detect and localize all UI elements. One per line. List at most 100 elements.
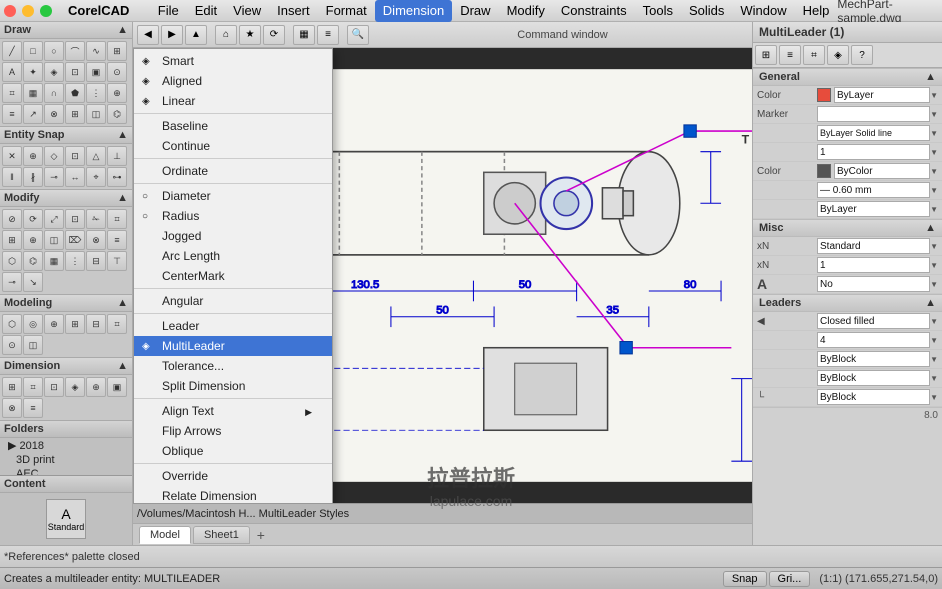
draw-btn-14[interactable]: ▦ bbox=[23, 83, 43, 103]
menu-arc-length[interactable]: Arc Length bbox=[134, 246, 332, 266]
menu-relate-dimension[interactable]: Relate Dimension bbox=[134, 486, 332, 503]
draw-btn-4[interactable]: ⌒ bbox=[65, 41, 85, 61]
prop-marker-value[interactable] bbox=[817, 106, 930, 122]
menu-multileader[interactable]: ◈ MultiLeader bbox=[134, 336, 332, 356]
menu-linear[interactable]: ◈ Linear bbox=[134, 91, 332, 111]
prop-xn-arrow[interactable]: ▼ bbox=[930, 261, 938, 270]
prop-marker-arrow[interactable]: ▼ bbox=[930, 110, 938, 119]
prop-tb-btn-3[interactable]: ⌗ bbox=[803, 45, 825, 65]
dim-btn-4[interactable]: ◈ bbox=[65, 377, 85, 397]
mod-btn-20[interactable]: ↘ bbox=[23, 272, 43, 292]
prop-linetype-value[interactable]: ByLayer Solid line bbox=[817, 125, 930, 141]
dim-btn-5[interactable]: ⊕ bbox=[86, 377, 106, 397]
prop-color-arrow[interactable]: ▼ bbox=[930, 91, 938, 100]
prop-style-value[interactable]: Standard bbox=[817, 238, 930, 254]
mod-btn-1[interactable]: ⊘ bbox=[2, 209, 22, 229]
prop-scale-arrow[interactable]: ▼ bbox=[930, 148, 938, 157]
mod-btn-12[interactable]: ≡ bbox=[107, 230, 127, 250]
snap-btn-8[interactable]: ∦ bbox=[23, 167, 43, 187]
dim-btn-8[interactable]: ≡ bbox=[23, 398, 43, 418]
mod-btn-18[interactable]: ⊤ bbox=[107, 251, 127, 271]
model-btn-1[interactable]: ⬡ bbox=[2, 314, 22, 334]
snap-btn-11[interactable]: ⌖ bbox=[86, 167, 106, 187]
mod-btn-17[interactable]: ⊟ bbox=[86, 251, 106, 271]
snap-btn-6[interactable]: ⊥ bbox=[107, 146, 127, 166]
draw-btn-9[interactable]: ◈ bbox=[44, 62, 64, 82]
draw-btn-17[interactable]: ⋮ bbox=[86, 83, 106, 103]
model-btn-3[interactable]: ⊕ bbox=[44, 314, 64, 334]
mod-btn-3[interactable]: ⤢ bbox=[44, 209, 64, 229]
minimize-button[interactable] bbox=[22, 5, 34, 17]
draw-btn-7[interactable]: A bbox=[2, 62, 22, 82]
draw-btn-18[interactable]: ⊕ bbox=[107, 83, 127, 103]
snap-btn-5[interactable]: △ bbox=[86, 146, 106, 166]
menu-diameter[interactable]: ○ Diameter bbox=[134, 186, 332, 206]
content-item[interactable]: A Standard bbox=[46, 499, 86, 539]
mod-btn-16[interactable]: ⋮ bbox=[65, 251, 85, 271]
prop-leader5-value[interactable]: ByBlock bbox=[817, 389, 930, 405]
prop-leader4-value[interactable]: ByBlock bbox=[817, 370, 930, 386]
prop-a-value[interactable]: No bbox=[817, 276, 930, 292]
draw-btn-15[interactable]: ∩ bbox=[44, 83, 64, 103]
dr-home-btn[interactable]: ⌂ bbox=[215, 25, 237, 45]
menu-smart[interactable]: ◈ Smart bbox=[134, 51, 332, 71]
prop-leader2-arrow[interactable]: ▼ bbox=[930, 336, 938, 345]
maximize-button[interactable] bbox=[40, 5, 52, 17]
prop-leader1-arrow[interactable]: ▼ bbox=[930, 317, 938, 326]
model-btn-8[interactable]: ◫ bbox=[23, 335, 43, 355]
prop-a-arrow[interactable]: ▼ bbox=[930, 280, 938, 289]
dr-fav-btn[interactable]: ★ bbox=[239, 25, 261, 45]
tree-item-1[interactable]: 3D print bbox=[0, 453, 132, 467]
menu-modify[interactable]: Modify bbox=[499, 0, 553, 22]
menu-flip-arrows[interactable]: Flip Arrows bbox=[134, 421, 332, 441]
menu-help[interactable]: Help bbox=[795, 0, 838, 22]
model-btn-4[interactable]: ⊞ bbox=[65, 314, 85, 334]
prop-leader3-value[interactable]: ByBlock bbox=[817, 351, 930, 367]
tab-sheet1[interactable]: Sheet1 bbox=[193, 526, 250, 544]
menu-centermark[interactable]: CenterMark bbox=[134, 266, 332, 286]
prop-leader2-value[interactable]: 4 bbox=[817, 332, 930, 348]
dr-view2-btn[interactable]: ≡ bbox=[317, 25, 339, 45]
mod-btn-6[interactable]: ⌗ bbox=[107, 209, 127, 229]
draw-btn-13[interactable]: ⌗ bbox=[2, 83, 22, 103]
tree-item-0[interactable]: ▶ 2018 bbox=[0, 438, 132, 453]
grid-button[interactable]: Gri... bbox=[769, 571, 811, 587]
menu-solids[interactable]: Solids bbox=[681, 0, 732, 22]
draw-btn-10[interactable]: ⊡ bbox=[65, 62, 85, 82]
dr-refresh-btn[interactable]: ⟳ bbox=[263, 25, 285, 45]
mod-btn-8[interactable]: ⊕ bbox=[23, 230, 43, 250]
draw-btn-12[interactable]: ⊙ bbox=[107, 62, 127, 82]
model-btn-5[interactable]: ⊟ bbox=[86, 314, 106, 334]
model-btn-2[interactable]: ◎ bbox=[23, 314, 43, 334]
mod-btn-19[interactable]: ⊸ bbox=[2, 272, 22, 292]
menu-align-text[interactable]: Align Text bbox=[134, 401, 332, 421]
mod-btn-2[interactable]: ⟳ bbox=[23, 209, 43, 229]
draw-btn-19[interactable]: ≡ bbox=[2, 104, 22, 124]
menu-tolerance[interactable]: Tolerance... bbox=[134, 356, 332, 376]
prop-color-value[interactable]: ByLayer bbox=[834, 87, 930, 103]
app-name-menu[interactable]: CorelCAD 2018 bbox=[60, 0, 144, 22]
snap-btn-4[interactable]: ⊡ bbox=[65, 146, 85, 166]
draw-btn-8[interactable]: ✦ bbox=[23, 62, 43, 82]
menu-jogged[interactable]: Jogged bbox=[134, 226, 332, 246]
menu-override[interactable]: Override bbox=[134, 466, 332, 486]
prop-scale-value[interactable]: 1 bbox=[817, 144, 930, 160]
prop-weight-value[interactable]: — 0.60 mm bbox=[817, 182, 930, 198]
menu-continue[interactable]: Continue bbox=[134, 136, 332, 156]
prop-tb-btn-5[interactable]: ? bbox=[851, 45, 873, 65]
dim-btn-7[interactable]: ⊗ bbox=[2, 398, 22, 418]
snap-btn-3[interactable]: ◇ bbox=[44, 146, 64, 166]
menu-tools[interactable]: Tools bbox=[635, 0, 681, 22]
prop-weight-arrow[interactable]: ▼ bbox=[930, 186, 938, 195]
menu-oblique[interactable]: Oblique bbox=[134, 441, 332, 461]
prop-tb-btn-4[interactable]: ◈ bbox=[827, 45, 849, 65]
menu-view[interactable]: View bbox=[225, 0, 269, 22]
mod-btn-9[interactable]: ◫ bbox=[44, 230, 64, 250]
draw-btn-5[interactable]: ∿ bbox=[86, 41, 106, 61]
dr-up-btn[interactable]: ▲ bbox=[185, 25, 207, 45]
prop-bycolor-arrow[interactable]: ▼ bbox=[930, 167, 938, 176]
tab-add-button[interactable]: + bbox=[252, 526, 270, 544]
draw-btn-24[interactable]: ⌬ bbox=[107, 104, 127, 124]
draw-btn-16[interactable]: ⬟ bbox=[65, 83, 85, 103]
tab-model[interactable]: Model bbox=[139, 526, 191, 544]
